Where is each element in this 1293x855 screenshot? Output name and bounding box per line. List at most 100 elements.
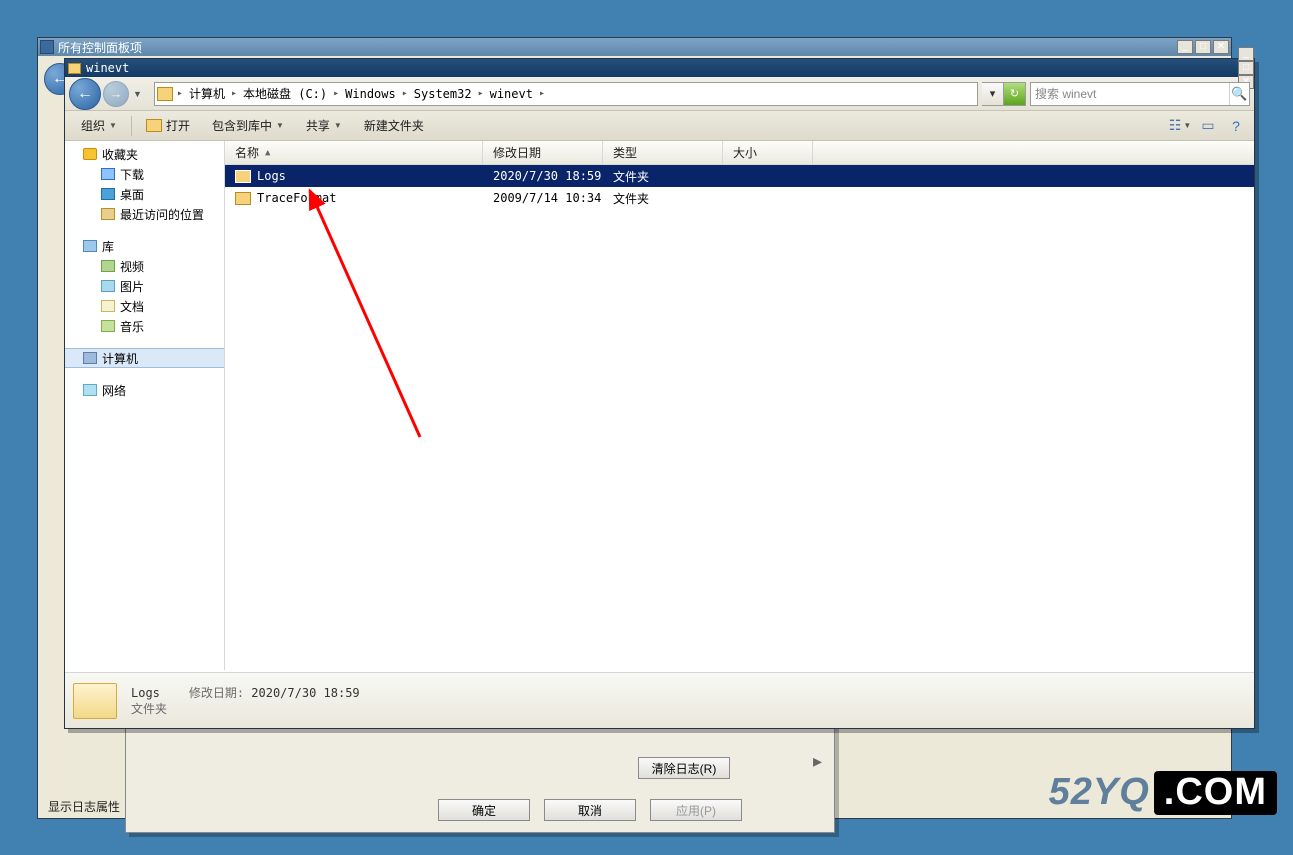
explorer-window: winevt _ □ ✕ ← → ▼ ▸ 计算机 ▸ 本地磁盘 (C:) ▸ W… — [64, 58, 1255, 729]
back-close-button[interactable]: ✕ — [1213, 40, 1229, 54]
window-title: winevt — [86, 61, 129, 75]
sort-asc-icon: ▲ — [265, 148, 270, 158]
sidebar-item-downloads[interactable]: 下载 — [65, 164, 224, 184]
share-menu[interactable]: 共享▼ — [298, 113, 350, 138]
back-titlebar[interactable]: 所有控制面板项 _ □ ✕ — [38, 38, 1231, 56]
help-button[interactable]: ? — [1226, 118, 1246, 134]
explorer-titlebar[interactable]: winevt _ □ ✕ — [65, 59, 1254, 77]
control-panel-icon — [40, 40, 54, 54]
new-folder-button[interactable]: 新建文件夹 — [356, 113, 432, 138]
sidebar-item-desktop[interactable]: 桌面 — [65, 184, 224, 204]
download-icon — [101, 168, 115, 180]
column-type[interactable]: 类型 — [603, 141, 723, 164]
folder-icon — [235, 170, 251, 183]
view-options-button[interactable]: ☷▼ — [1170, 118, 1190, 134]
computer-icon — [83, 352, 97, 364]
breadcrumb[interactable]: Windows — [339, 83, 402, 105]
file-row-logs[interactable]: Logs 2020/7/30 18:59 文件夹 — [225, 165, 1254, 187]
picture-icon — [101, 280, 115, 292]
refresh-button[interactable]: ↻ — [1004, 82, 1026, 106]
open-button[interactable]: 打开 — [138, 113, 198, 138]
search-placeholder: 搜索 winevt — [1035, 85, 1096, 102]
column-size[interactable]: 大小 — [723, 141, 813, 164]
sidebar-label: 收藏夹 — [102, 146, 138, 163]
search-icon[interactable]: 🔍 — [1229, 83, 1249, 105]
sidebar-library[interactable]: 库 — [65, 236, 224, 256]
content-split: 收藏夹 下载 桌面 最近访问的位置 库 — [65, 141, 1254, 670]
include-library-menu[interactable]: 包含到库中▼ — [204, 113, 292, 138]
watermark-left: 52YQ — [1049, 771, 1150, 813]
breadcrumb[interactable]: 本地磁盘 (C:) — [237, 83, 333, 105]
sidebar-item-recent[interactable]: 最近访问的位置 — [65, 204, 224, 224]
folder-open-icon — [146, 119, 162, 132]
back-title: 所有控制面板项 — [58, 39, 142, 56]
desktop-icon — [101, 188, 115, 200]
organize-label: 组织 — [81, 117, 105, 134]
file-name: Logs — [257, 169, 286, 183]
watermark: 52YQ.COM — [1049, 771, 1277, 815]
sidebar-item-videos[interactable]: 视频 — [65, 256, 224, 276]
star-icon — [83, 148, 97, 160]
back-minimize-button[interactable]: _ — [1177, 40, 1193, 54]
details-pane: Logs 修改日期: 2020/7/30 18:59 文件夹 — [65, 672, 1254, 728]
details-date-label: 修改日期: — [189, 686, 244, 700]
recent-icon — [101, 208, 115, 220]
preview-pane-button[interactable]: ▭ — [1198, 118, 1218, 134]
details-date: 2020/7/30 18:59 — [251, 686, 359, 700]
video-icon — [101, 260, 115, 272]
sidebar-item-music[interactable]: 音乐 — [65, 316, 224, 336]
organize-menu[interactable]: 组织▼ — [73, 113, 125, 138]
apply-button[interactable]: 应用(P) — [650, 799, 742, 821]
music-icon — [101, 320, 115, 332]
nav-back-button[interactable]: ← — [69, 78, 101, 110]
cancel-button[interactable]: 取消 — [544, 799, 636, 821]
sidebar-item-label: 最近访问的位置 — [120, 206, 204, 223]
navigation-pane[interactable]: 收藏夹 下载 桌面 最近访问的位置 库 — [65, 141, 225, 670]
nav-forward-button[interactable]: → — [103, 81, 129, 107]
minimize-button[interactable]: _ — [1238, 47, 1254, 61]
maximize-button[interactable]: □ — [1238, 61, 1254, 75]
library-icon — [83, 240, 97, 252]
breadcrumb[interactable]: winevt — [484, 83, 539, 105]
column-date[interactable]: 修改日期 — [483, 141, 603, 164]
folder-icon — [235, 192, 251, 205]
sidebar-computer[interactable]: 计算机 — [65, 348, 224, 368]
sidebar-item-pictures[interactable]: 图片 — [65, 276, 224, 296]
sidebar-favorites[interactable]: 收藏夹 — [65, 144, 224, 164]
file-list-pane: 名称▲ 修改日期 类型 大小 Logs 2020/7/30 18:59 文件夹 … — [225, 141, 1254, 670]
status-text: 显示日志属性 — [48, 798, 120, 815]
address-bar[interactable]: ▸ 计算机 ▸ 本地磁盘 (C:) ▸ Windows ▸ System32 ▸… — [154, 82, 978, 106]
details-name: Logs — [131, 686, 160, 700]
ok-button[interactable]: 确定 — [438, 799, 530, 821]
watermark-right: .COM — [1154, 771, 1277, 815]
sidebar-label: 库 — [102, 238, 114, 255]
document-icon — [101, 300, 115, 312]
include-label: 包含到库中 — [212, 117, 272, 134]
file-row-traceformat[interactable]: TraceFormat 2009/7/14 10:34 文件夹 — [225, 187, 1254, 209]
breadcrumb[interactable]: System32 — [408, 83, 478, 105]
sidebar-label: 网络 — [102, 382, 126, 399]
breadcrumb[interactable]: 计算机 — [183, 83, 231, 105]
sidebar-item-label: 文档 — [120, 298, 144, 315]
newfolder-label: 新建文件夹 — [364, 117, 424, 134]
share-label: 共享 — [306, 117, 330, 134]
details-type: 文件夹 — [131, 701, 360, 717]
sidebar-item-label: 下载 — [120, 166, 144, 183]
column-name[interactable]: 名称▲ — [225, 141, 483, 164]
back-maximize-button[interactable]: □ — [1195, 40, 1211, 54]
folder-icon — [68, 63, 81, 74]
file-date: 2009/7/14 10:34 — [483, 191, 603, 205]
sidebar-item-documents[interactable]: 文档 — [65, 296, 224, 316]
file-type: 文件夹 — [603, 190, 723, 207]
search-input[interactable]: 搜索 winevt 🔍 — [1030, 82, 1250, 106]
chevron-right-icon[interactable]: ▸ — [539, 88, 545, 99]
address-toolbar: ← → ▼ ▸ 计算机 ▸ 本地磁盘 (C:) ▸ Windows ▸ Syst… — [65, 77, 1254, 111]
address-dropdown[interactable]: ▾ — [982, 82, 1004, 106]
file-date: 2020/7/30 18:59 — [483, 169, 603, 183]
clear-log-button[interactable]: 清除日志(R) — [638, 757, 730, 779]
scroll-right-icon[interactable]: ▸ — [813, 751, 822, 772]
sidebar-item-label: 桌面 — [120, 186, 144, 203]
sidebar-network[interactable]: 网络 — [65, 380, 224, 400]
file-type: 文件夹 — [603, 168, 723, 185]
nav-history-dropdown[interactable]: ▼ — [131, 89, 144, 99]
